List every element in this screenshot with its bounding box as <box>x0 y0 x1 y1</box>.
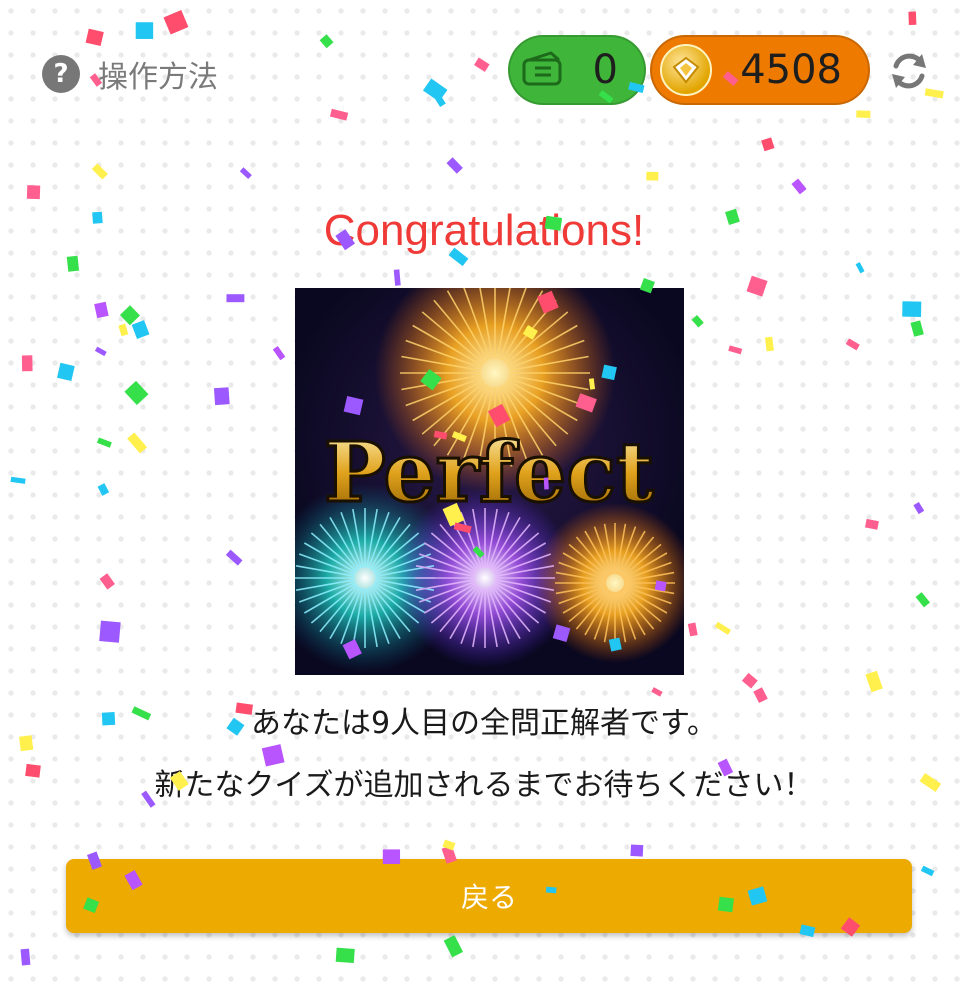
result-screen: ? 操作方法 0 4508 Congratulations! Perfect あ… <box>0 0 968 989</box>
rank-message: あなたは9人目の全問正解者です。 <box>250 706 718 741</box>
help-icon: ? <box>42 55 80 93</box>
help-link[interactable]: ? 操作方法 <box>42 52 218 96</box>
ticket-icon <box>518 44 570 96</box>
coin-count: 4508 <box>740 47 842 93</box>
wait-message: 新たなクイズが追加されるまでお待ちください！ <box>154 768 814 803</box>
ticket-counter: 0 <box>508 35 646 105</box>
ticket-count: 0 <box>592 47 618 93</box>
help-label: 操作方法 <box>98 60 218 95</box>
coin-counter: 4508 <box>650 35 870 105</box>
back-button[interactable]: 戻る <box>66 859 912 933</box>
refresh-icon[interactable] <box>886 48 932 94</box>
coin-icon-wrap <box>660 44 712 96</box>
coin-icon <box>660 44 712 96</box>
congratulations-title: Congratulations! <box>323 206 645 255</box>
perfect-fireworks-image: Perfect <box>295 288 684 675</box>
perfect-badge-text: Perfect <box>324 425 654 521</box>
fireworks-graphic: Perfect <box>295 288 684 673</box>
